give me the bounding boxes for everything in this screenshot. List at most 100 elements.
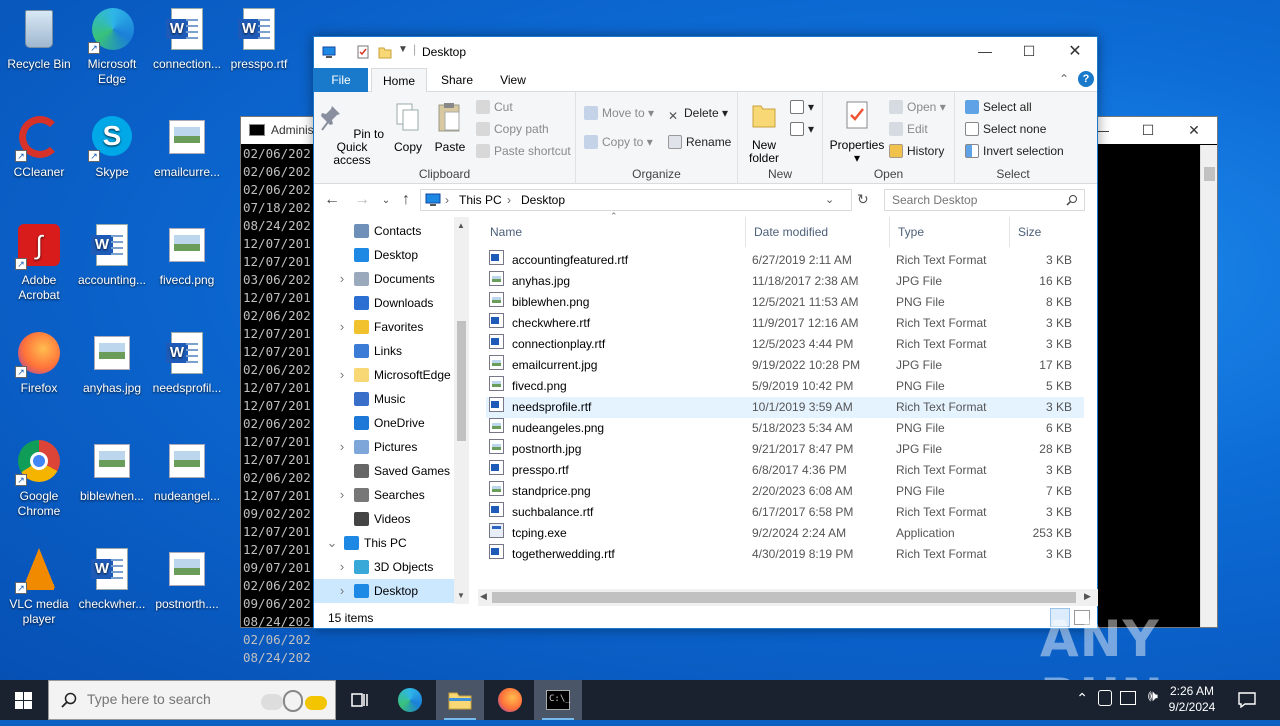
horizontal-scrollbar[interactable]: ◀ ▶ xyxy=(478,589,1098,606)
task-view-button[interactable] xyxy=(336,680,384,720)
desktop-icon[interactable]: ↗ Google Chrome xyxy=(0,438,78,519)
nav-item[interactable]: › Desktop xyxy=(314,579,454,603)
cmd-scroll-thumb[interactable] xyxy=(1204,167,1215,181)
nav-item[interactable]: › Searches xyxy=(314,483,454,507)
file-row[interactable]: needsprofile.rtf 10/1/2019 3:59 AM Rich Te… xyxy=(486,397,1084,418)
nav-item[interactable]: Desktop xyxy=(314,243,454,267)
desktop-icon[interactable]: ↗ Firefox xyxy=(0,330,78,396)
paste-button[interactable]: Paste xyxy=(430,102,470,154)
desktop-icon[interactable]: Waccounting... xyxy=(73,222,151,288)
scroll-left-icon[interactable]: ◀ xyxy=(480,591,487,602)
copy-path-button[interactable]: Copy path xyxy=(476,122,549,136)
new-item-button[interactable]: ▾ xyxy=(790,100,814,114)
tab-share[interactable]: Share xyxy=(430,68,484,92)
edit-button[interactable]: Edit xyxy=(889,122,928,136)
nav-item[interactable]: OneDrive xyxy=(314,411,454,435)
network-icon[interactable] xyxy=(1120,691,1136,705)
nav-item[interactable]: › Pictures xyxy=(314,435,454,459)
file-explorer-window[interactable]: ▼ | Desktop — ☐ ✕ File Home Share View ⌃… xyxy=(313,36,1098,629)
maximize-button[interactable]: ☐ xyxy=(1006,38,1052,65)
scroll-up-icon[interactable]: ▲ xyxy=(457,221,465,230)
address-bar[interactable]: › This PC › Desktop ⌄ xyxy=(420,189,852,211)
scroll-right-icon[interactable]: ▶ xyxy=(1084,591,1091,602)
file-row[interactable]: nudeangeles.png 5/18/2023 5:34 AM PNG File… xyxy=(486,418,1084,439)
tab-home[interactable]: Home xyxy=(371,68,427,93)
nav-item[interactable]: Links xyxy=(314,339,454,363)
desktop-icon[interactable]: ↗ VLC media player xyxy=(0,546,78,627)
cmd-maximize-button[interactable]: ☐ xyxy=(1125,117,1171,144)
properties-button[interactable]: Properties ▾ xyxy=(827,100,887,165)
notifications-icon[interactable] xyxy=(1238,692,1256,708)
desktop-icon[interactable]: Wneedsprofil... xyxy=(148,330,226,396)
desktop-icon[interactable]: postnorth.... xyxy=(148,546,226,612)
recent-locations-icon[interactable]: ⌄ xyxy=(376,195,396,206)
taskbar-cmd[interactable]: C:\_ xyxy=(534,680,582,720)
desktop-icon[interactable]: Wcheckwher... xyxy=(73,546,151,612)
minimize-button[interactable]: — xyxy=(962,38,1008,65)
desktop-icon[interactable]: biblewhen... xyxy=(73,438,151,504)
forward-arrow-icon[interactable]: → xyxy=(352,191,372,209)
desktop-icon[interactable]: ∫ ↗ Adobe Acrobat xyxy=(0,222,78,303)
copy-to-button[interactable]: Copy to ▾ xyxy=(584,135,653,149)
cut-button[interactable]: Cut xyxy=(476,100,513,114)
move-to-button[interactable]: Move to ▾ xyxy=(584,106,654,120)
open-button[interactable]: Open ▾ xyxy=(889,100,946,114)
desktop-icon[interactable]: S ↗ Skype xyxy=(73,114,151,180)
file-row[interactable]: accountingfeatured.rtf 6/27/2019 2:11 AM R… xyxy=(486,250,1084,271)
file-row[interactable]: togetherwedding.rtf 4/30/2019 8:19 PM Rich… xyxy=(486,544,1084,565)
properties-qat-icon[interactable] xyxy=(356,45,370,59)
qat-dropdown-icon[interactable]: ▼ xyxy=(398,44,408,55)
paste-shortcut-button[interactable]: Paste shortcut xyxy=(476,144,571,158)
cmd-close-button[interactable]: ✕ xyxy=(1171,117,1217,144)
file-row[interactable]: connectionplay.rtf 12/5/2023 4:44 PM Rich … xyxy=(486,334,1084,355)
taskbar-search[interactable] xyxy=(48,680,336,720)
expand-chevron-icon[interactable]: › xyxy=(336,579,348,603)
file-row[interactable]: standprice.png 2/20/2023 6:08 AM PNG File 7… xyxy=(486,481,1084,502)
new-folder-button[interactable]: New folder xyxy=(742,100,786,165)
pin-quick-access-button[interactable]: Pin to Quick access xyxy=(318,102,386,167)
desktop-icon[interactable]: Recycle Bin xyxy=(0,6,78,72)
invert-selection-button[interactable]: Invert selection xyxy=(965,144,1064,158)
nav-item[interactable]: Music xyxy=(314,387,454,411)
nav-item[interactable]: Downloads xyxy=(314,291,454,315)
file-row[interactable]: emailcurrent.jpg 9/19/2022 10:28 PM JPG Fi… xyxy=(486,355,1084,376)
nav-item[interactable]: › MicrosoftEdge xyxy=(314,363,454,387)
expand-chevron-icon[interactable]: › xyxy=(336,267,348,291)
nav-item[interactable]: › Documents xyxy=(314,267,454,291)
scroll-down-icon[interactable]: ▼ xyxy=(457,591,465,600)
column-header-date[interactable]: Date modified xyxy=(746,217,890,247)
taskbar-firefox[interactable] xyxy=(486,680,534,720)
desktop-icon[interactable]: ↗ CCleaner xyxy=(0,114,78,180)
file-row[interactable]: suchbalance.rtf 6/17/2017 6:58 PM Rich Tex… xyxy=(486,502,1084,523)
taskbar-search-input[interactable] xyxy=(87,691,247,707)
nav-scroll-thumb[interactable] xyxy=(457,321,466,441)
delete-button[interactable]: ✕ Delete ▾ xyxy=(668,106,728,123)
easy-access-button[interactable]: ▾ xyxy=(790,122,814,136)
desktop-icon[interactable]: anyhas.jpg xyxy=(73,330,151,396)
search-box[interactable] xyxy=(884,189,1085,211)
nav-item[interactable]: Videos xyxy=(314,507,454,531)
copy-button[interactable]: Copy xyxy=(390,102,426,154)
select-none-button[interactable]: Select none xyxy=(965,122,1046,136)
desktop-icon[interactable]: fivecd.png xyxy=(148,222,226,288)
expand-chevron-icon[interactable]: › xyxy=(336,555,348,579)
nav-item[interactable]: ⌄ This PC xyxy=(314,531,454,555)
new-folder-qat-icon[interactable] xyxy=(378,45,392,59)
file-row[interactable]: anyhas.jpg 11/18/2017 2:38 AM JPG File 16 K… xyxy=(486,271,1084,292)
desktop-icon[interactable]: Wpresspo.rtf xyxy=(220,6,298,72)
expand-chevron-icon[interactable]: › xyxy=(336,483,348,507)
rename-button[interactable]: Rename xyxy=(668,135,731,149)
desktop-icon[interactable]: Wconnection... xyxy=(148,6,226,72)
up-arrow-icon[interactable]: ↑ xyxy=(396,191,416,209)
address-dropdown-icon[interactable]: ⌄ xyxy=(825,193,834,206)
back-arrow-icon[interactable]: ← xyxy=(322,191,342,209)
file-row[interactable]: postnorth.jpg 9/21/2017 8:47 PM JPG File 28… xyxy=(486,439,1084,460)
explorer-titlebar[interactable]: ▼ | Desktop — ☐ ✕ xyxy=(314,37,1097,67)
nav-item[interactable]: Contacts xyxy=(314,219,454,243)
cmd-scrollbar[interactable] xyxy=(1200,145,1217,627)
history-button[interactable]: History xyxy=(889,144,944,158)
file-row[interactable]: fivecd.png 5/9/2019 10:42 PM PNG File 5 KB xyxy=(486,376,1084,397)
tab-file[interactable]: File xyxy=(314,68,368,92)
file-row[interactable]: biblewhen.png 12/5/2021 11:53 AM PNG File 8… xyxy=(486,292,1084,313)
file-row[interactable]: presspo.rtf 6/8/2017 4:36 PM Rich Text For… xyxy=(486,460,1084,481)
